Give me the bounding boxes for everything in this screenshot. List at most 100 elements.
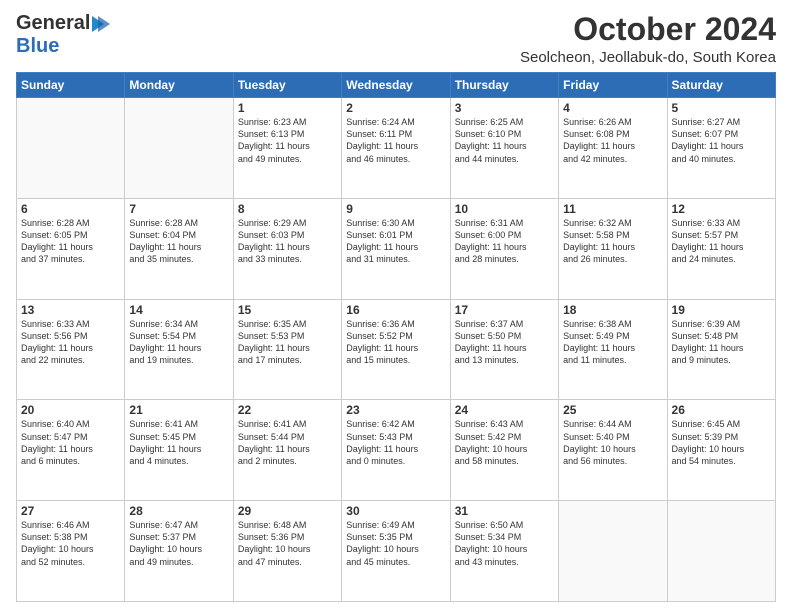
- calendar-week-3: 20Sunrise: 6:40 AM Sunset: 5:47 PM Dayli…: [17, 400, 776, 501]
- calendar-cell: 26Sunrise: 6:45 AM Sunset: 5:39 PM Dayli…: [667, 400, 775, 501]
- cell-info: Sunrise: 6:35 AM Sunset: 5:53 PM Dayligh…: [238, 318, 337, 367]
- calendar-cell: 4Sunrise: 6:26 AM Sunset: 6:08 PM Daylig…: [559, 98, 667, 199]
- day-header-saturday: Saturday: [667, 73, 775, 98]
- calendar-cell: 31Sunrise: 6:50 AM Sunset: 5:34 PM Dayli…: [450, 501, 558, 602]
- calendar-cell: 19Sunrise: 6:39 AM Sunset: 5:48 PM Dayli…: [667, 299, 775, 400]
- calendar-week-0: 1Sunrise: 6:23 AM Sunset: 6:13 PM Daylig…: [17, 98, 776, 199]
- day-number: 21: [129, 403, 228, 417]
- calendar-cell: [667, 501, 775, 602]
- calendar-cell: 9Sunrise: 6:30 AM Sunset: 6:01 PM Daylig…: [342, 198, 450, 299]
- calendar-cell: 7Sunrise: 6:28 AM Sunset: 6:04 PM Daylig…: [125, 198, 233, 299]
- day-number: 6: [21, 202, 120, 216]
- logo-line2: Blue: [16, 35, 59, 58]
- cell-info: Sunrise: 6:39 AM Sunset: 5:48 PM Dayligh…: [672, 318, 771, 367]
- cell-info: Sunrise: 6:46 AM Sunset: 5:38 PM Dayligh…: [21, 519, 120, 568]
- cell-info: Sunrise: 6:28 AM Sunset: 6:05 PM Dayligh…: [21, 217, 120, 266]
- calendar-cell: 6Sunrise: 6:28 AM Sunset: 6:05 PM Daylig…: [17, 198, 125, 299]
- cell-info: Sunrise: 6:41 AM Sunset: 5:44 PM Dayligh…: [238, 418, 337, 467]
- calendar-cell: [559, 501, 667, 602]
- calendar-cell: 22Sunrise: 6:41 AM Sunset: 5:44 PM Dayli…: [233, 400, 341, 501]
- calendar-cell: 25Sunrise: 6:44 AM Sunset: 5:40 PM Dayli…: [559, 400, 667, 501]
- calendar-cell: 17Sunrise: 6:37 AM Sunset: 5:50 PM Dayli…: [450, 299, 558, 400]
- cell-info: Sunrise: 6:49 AM Sunset: 5:35 PM Dayligh…: [346, 519, 445, 568]
- calendar-cell: 28Sunrise: 6:47 AM Sunset: 5:37 PM Dayli…: [125, 501, 233, 602]
- day-number: 25: [563, 403, 662, 417]
- cell-info: Sunrise: 6:23 AM Sunset: 6:13 PM Dayligh…: [238, 116, 337, 165]
- calendar-cell: 16Sunrise: 6:36 AM Sunset: 5:52 PM Dayli…: [342, 299, 450, 400]
- day-number: 16: [346, 303, 445, 317]
- day-number: 20: [21, 403, 120, 417]
- day-header-sunday: Sunday: [17, 73, 125, 98]
- day-number: 11: [563, 202, 662, 216]
- day-number: 17: [455, 303, 554, 317]
- day-number: 13: [21, 303, 120, 317]
- cell-info: Sunrise: 6:26 AM Sunset: 6:08 PM Dayligh…: [563, 116, 662, 165]
- day-number: 9: [346, 202, 445, 216]
- logo-blue: Blue: [16, 35, 59, 57]
- day-number: 3: [455, 101, 554, 115]
- cell-info: Sunrise: 6:33 AM Sunset: 5:56 PM Dayligh…: [21, 318, 120, 367]
- day-number: 24: [455, 403, 554, 417]
- day-number: 29: [238, 504, 337, 518]
- cell-info: Sunrise: 6:33 AM Sunset: 5:57 PM Dayligh…: [672, 217, 771, 266]
- day-header-monday: Monday: [125, 73, 233, 98]
- cell-info: Sunrise: 6:25 AM Sunset: 6:10 PM Dayligh…: [455, 116, 554, 165]
- day-header-wednesday: Wednesday: [342, 73, 450, 98]
- month-title: October 2024: [520, 12, 776, 47]
- cell-info: Sunrise: 6:28 AM Sunset: 6:04 PM Dayligh…: [129, 217, 228, 266]
- cell-info: Sunrise: 6:41 AM Sunset: 5:45 PM Dayligh…: [129, 418, 228, 467]
- cell-info: Sunrise: 6:34 AM Sunset: 5:54 PM Dayligh…: [129, 318, 228, 367]
- calendar-table: SundayMondayTuesdayWednesdayThursdayFrid…: [16, 72, 776, 602]
- day-number: 19: [672, 303, 771, 317]
- day-number: 12: [672, 202, 771, 216]
- calendar-cell: 3Sunrise: 6:25 AM Sunset: 6:10 PM Daylig…: [450, 98, 558, 199]
- day-number: 7: [129, 202, 228, 216]
- cell-info: Sunrise: 6:38 AM Sunset: 5:49 PM Dayligh…: [563, 318, 662, 367]
- calendar-week-1: 6Sunrise: 6:28 AM Sunset: 6:05 PM Daylig…: [17, 198, 776, 299]
- cell-info: Sunrise: 6:42 AM Sunset: 5:43 PM Dayligh…: [346, 418, 445, 467]
- calendar-cell: 8Sunrise: 6:29 AM Sunset: 6:03 PM Daylig…: [233, 198, 341, 299]
- calendar-cell: 24Sunrise: 6:43 AM Sunset: 5:42 PM Dayli…: [450, 400, 558, 501]
- day-number: 27: [21, 504, 120, 518]
- day-number: 22: [238, 403, 337, 417]
- calendar-cell: 23Sunrise: 6:42 AM Sunset: 5:43 PM Dayli…: [342, 400, 450, 501]
- day-header-thursday: Thursday: [450, 73, 558, 98]
- day-number: 4: [563, 101, 662, 115]
- cell-info: Sunrise: 6:32 AM Sunset: 5:58 PM Dayligh…: [563, 217, 662, 266]
- calendar-cell: 12Sunrise: 6:33 AM Sunset: 5:57 PM Dayli…: [667, 198, 775, 299]
- day-number: 26: [672, 403, 771, 417]
- cell-info: Sunrise: 6:47 AM Sunset: 5:37 PM Dayligh…: [129, 519, 228, 568]
- day-number: 14: [129, 303, 228, 317]
- calendar-cell: 5Sunrise: 6:27 AM Sunset: 6:07 PM Daylig…: [667, 98, 775, 199]
- cell-info: Sunrise: 6:36 AM Sunset: 5:52 PM Dayligh…: [346, 318, 445, 367]
- day-number: 31: [455, 504, 554, 518]
- calendar-cell: [17, 98, 125, 199]
- cell-info: Sunrise: 6:29 AM Sunset: 6:03 PM Dayligh…: [238, 217, 337, 266]
- cell-info: Sunrise: 6:45 AM Sunset: 5:39 PM Dayligh…: [672, 418, 771, 467]
- calendar-cell: 18Sunrise: 6:38 AM Sunset: 5:49 PM Dayli…: [559, 299, 667, 400]
- day-number: 23: [346, 403, 445, 417]
- calendar-cell: 14Sunrise: 6:34 AM Sunset: 5:54 PM Dayli…: [125, 299, 233, 400]
- cell-info: Sunrise: 6:31 AM Sunset: 6:00 PM Dayligh…: [455, 217, 554, 266]
- cell-info: Sunrise: 6:37 AM Sunset: 5:50 PM Dayligh…: [455, 318, 554, 367]
- calendar-cell: 21Sunrise: 6:41 AM Sunset: 5:45 PM Dayli…: [125, 400, 233, 501]
- cell-info: Sunrise: 6:40 AM Sunset: 5:47 PM Dayligh…: [21, 418, 120, 467]
- day-number: 8: [238, 202, 337, 216]
- calendar-cell: 29Sunrise: 6:48 AM Sunset: 5:36 PM Dayli…: [233, 501, 341, 602]
- cell-info: Sunrise: 6:27 AM Sunset: 6:07 PM Dayligh…: [672, 116, 771, 165]
- cell-info: Sunrise: 6:24 AM Sunset: 6:11 PM Dayligh…: [346, 116, 445, 165]
- calendar-cell: 13Sunrise: 6:33 AM Sunset: 5:56 PM Dayli…: [17, 299, 125, 400]
- day-header-friday: Friday: [559, 73, 667, 98]
- day-number: 10: [455, 202, 554, 216]
- calendar-cell: 10Sunrise: 6:31 AM Sunset: 6:00 PM Dayli…: [450, 198, 558, 299]
- cell-info: Sunrise: 6:44 AM Sunset: 5:40 PM Dayligh…: [563, 418, 662, 467]
- day-number: 1: [238, 101, 337, 115]
- calendar-cell: 30Sunrise: 6:49 AM Sunset: 5:35 PM Dayli…: [342, 501, 450, 602]
- calendar-header-row: SundayMondayTuesdayWednesdayThursdayFrid…: [17, 73, 776, 98]
- calendar-cell: 1Sunrise: 6:23 AM Sunset: 6:13 PM Daylig…: [233, 98, 341, 199]
- day-number: 2: [346, 101, 445, 115]
- calendar-cell: [125, 98, 233, 199]
- calendar-week-2: 13Sunrise: 6:33 AM Sunset: 5:56 PM Dayli…: [17, 299, 776, 400]
- calendar-cell: 15Sunrise: 6:35 AM Sunset: 5:53 PM Dayli…: [233, 299, 341, 400]
- cell-info: Sunrise: 6:30 AM Sunset: 6:01 PM Dayligh…: [346, 217, 445, 266]
